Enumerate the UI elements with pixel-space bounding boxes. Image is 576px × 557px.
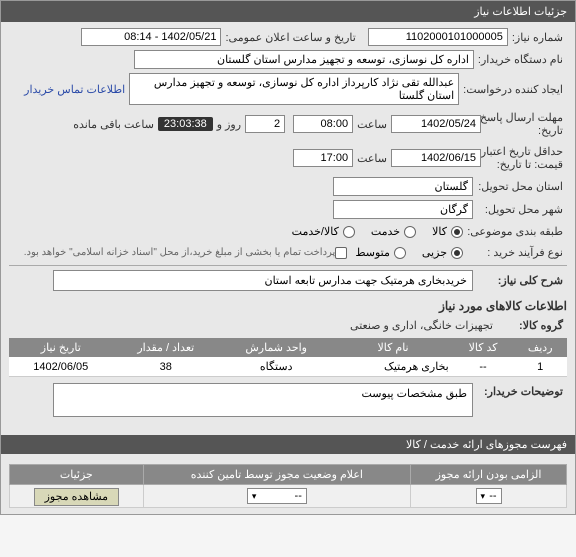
- request-no-label: شماره نیاز:: [508, 29, 567, 46]
- contact-link[interactable]: اطلاعات تماس خریدار: [20, 83, 129, 96]
- time-remaining-badge: 23:03:38: [158, 117, 213, 131]
- col-qty: تعداد / مقدار: [113, 338, 219, 357]
- buyer-org-field: اداره کل نوسازی، توسعه و تجهیز مدارس است…: [134, 50, 474, 69]
- request-no-field: 1102000101000005: [368, 28, 508, 46]
- permits-header: فهرست مجوزهای ارائه خدمت / کالا: [1, 435, 575, 454]
- goods-group-label: گروه کالا:: [497, 317, 567, 334]
- creator-label: ایجاد کننده درخواست:: [459, 81, 567, 98]
- radio-icon: [451, 247, 463, 259]
- panel-content: شماره نیاز: 1102000101000005 تاریخ و ساع…: [1, 22, 575, 427]
- quote-valid-label: حداقل تاریخ اعتبار قیمت: تا تاریخ:: [481, 143, 567, 173]
- panel-header: جزئیات اطلاعات نیاز: [1, 1, 575, 22]
- quote-time-field: 17:00: [293, 149, 353, 167]
- process-medium-option[interactable]: متوسط: [355, 246, 406, 259]
- quote-date-field: 1402/06/15: [391, 149, 481, 167]
- col-row: ردیف: [513, 338, 567, 357]
- response-time-label: ساعت: [353, 116, 391, 133]
- table-row[interactable]: 1 -- بخاری هرمتیک دستگاه 38 1402/06/05: [9, 357, 567, 377]
- response-time-field: 08:00: [293, 115, 353, 133]
- checkbox-icon: [335, 247, 347, 259]
- process-note: پرداخت تمام یا بخشی از مبلغ خرید،از محل …: [24, 247, 336, 258]
- permits-table: الزامی بودن ارائه مجوز اعلام وضعیت مجوز …: [9, 464, 567, 508]
- radio-icon: [343, 226, 355, 238]
- col-code: کد کالا: [453, 338, 514, 357]
- required-select[interactable]: --: [476, 488, 502, 504]
- panel-title: جزئیات اطلاعات نیاز: [474, 6, 567, 18]
- province-field: گلستان: [333, 177, 473, 196]
- category-goods-option[interactable]: کالا: [432, 225, 463, 238]
- col-status: اعلام وضعیت مجوز توسط تامین کننده: [143, 465, 410, 485]
- process-partial-option[interactable]: جزیی: [422, 246, 463, 259]
- city-field: گرگان: [333, 200, 473, 219]
- response-deadline-label: مهلت ارسال پاسخ: تاریخ:: [481, 109, 567, 139]
- goods-info-title: اطلاعات کالاهای مورد نیاز: [9, 295, 567, 317]
- province-label: استان محل تحویل:: [473, 178, 567, 195]
- creator-field: عبدالله تقی نژاد کارپرداز اداره کل نوساز…: [129, 73, 459, 105]
- buyer-notes-field: طبق مشخصات پیوست: [53, 383, 473, 417]
- items-table: ردیف کد کالا نام کالا واحد شمارش تعداد /…: [9, 338, 567, 377]
- radio-icon: [451, 226, 463, 238]
- radio-icon: [404, 226, 416, 238]
- process-label: نوع فرآیند خرید :: [463, 244, 567, 261]
- public-datetime-field: 1402/05/21 - 08:14: [81, 28, 221, 46]
- col-date: تاریخ نیاز: [9, 338, 113, 357]
- permits-content: الزامی بودن ارائه مجوز اعلام وضعیت مجوز …: [1, 454, 575, 514]
- summary-field: خریدبخاری هرمتیک جهت مدارس تابعه استان: [53, 270, 473, 291]
- permit-row: -- -- مشاهده مجوز: [10, 485, 567, 508]
- category-both-option[interactable]: کالا/خدمت: [292, 225, 355, 238]
- city-label: شهر محل تحویل:: [473, 201, 567, 218]
- status-select[interactable]: --: [247, 488, 307, 504]
- category-label: طبقه بندی موضوعی:: [463, 223, 567, 240]
- view-permit-button[interactable]: مشاهده مجوز: [34, 488, 119, 506]
- quote-time-label: ساعت: [353, 150, 391, 167]
- buyer-org-label: نام دستگاه خریدار:: [474, 51, 567, 68]
- days-label: روز و: [213, 116, 245, 133]
- response-date-field: 1402/05/24: [391, 115, 481, 133]
- summary-label: شرح کلی نیاز:: [473, 272, 567, 289]
- details-panel: جزئیات اطلاعات نیاز شماره نیاز: 11020001…: [0, 0, 576, 515]
- col-unit: واحد شمارش: [219, 338, 333, 357]
- col-required: الزامی بودن ارائه مجوز: [411, 465, 567, 485]
- radio-icon: [394, 247, 406, 259]
- days-left-field: 2: [245, 115, 285, 133]
- remaining-label: ساعت باقی مانده: [69, 116, 158, 133]
- category-service-option[interactable]: خدمت: [371, 225, 416, 238]
- treasury-checkbox[interactable]: [335, 247, 347, 259]
- goods-group-value: تجهیزات خانگی، اداری و صنعتی: [346, 317, 497, 334]
- col-details: جزئیات: [10, 465, 144, 485]
- col-name: نام کالا: [333, 338, 452, 357]
- public-datetime-label: تاریخ و ساعت اعلان عمومی:: [221, 29, 359, 46]
- buyer-notes-label: توضیحات خریدار:: [473, 383, 567, 400]
